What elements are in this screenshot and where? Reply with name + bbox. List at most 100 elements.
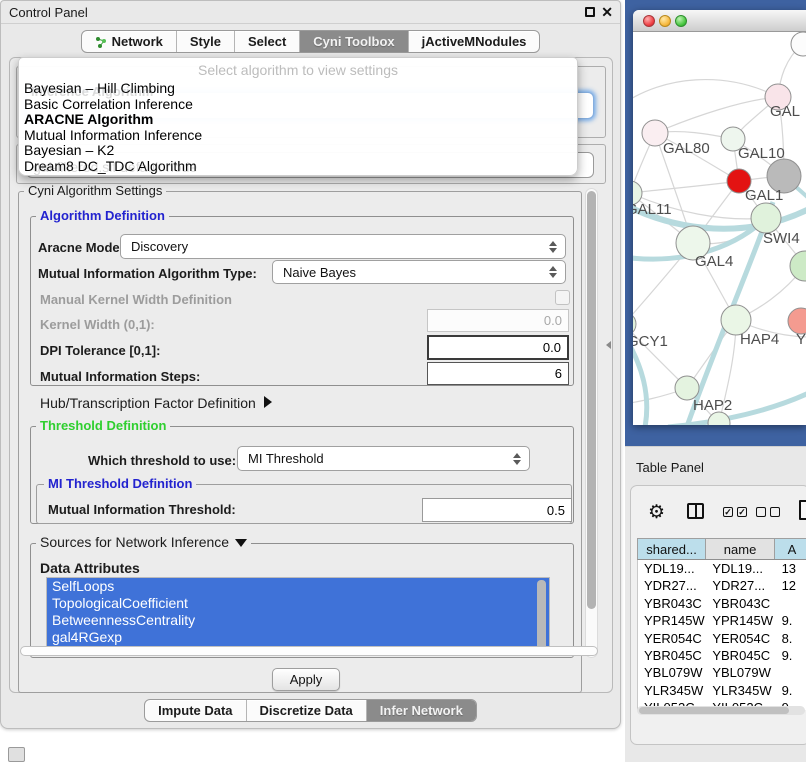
network-edge[interactable] xyxy=(633,181,739,193)
column-header-A[interactable]: A xyxy=(775,539,806,559)
split-columns-icon[interactable] xyxy=(687,503,704,519)
kernel-width-input[interactable] xyxy=(427,309,569,332)
bottom-tab-bar: Impute Data Discretize Data Infer Network xyxy=(144,699,477,722)
table-row[interactable]: YLR345WYLR345W9. xyxy=(638,682,806,699)
manual-kernel-label: Manual Kernel Width Definition xyxy=(40,292,232,307)
sources-title-text: Sources for Network Inference xyxy=(40,534,229,550)
settings-vertical-scrollbar[interactable] xyxy=(585,188,598,658)
data-attributes-list[interactable]: SelfLoopsTopologicalCoefficientBetweenne… xyxy=(46,577,550,656)
mi-type-value: Naive Bayes xyxy=(273,265,545,280)
attributes-list-scrollbar[interactable] xyxy=(537,580,546,650)
tab-discretize-data[interactable]: Discretize Data xyxy=(246,700,366,721)
mi-type-combo[interactable]: Naive Bayes xyxy=(272,260,566,284)
table-horizontal-scrollbar[interactable] xyxy=(637,706,805,715)
tab-infer-network[interactable]: Infer Network xyxy=(366,700,476,721)
column-header-name[interactable]: name xyxy=(706,539,775,559)
attribute-item-topologicalcoefficient[interactable]: TopologicalCoefficient xyxy=(47,595,549,612)
tab-label: Impute Data xyxy=(158,703,232,718)
network-graph[interactable]: GALGAL80GAL10GAL1GAL11SWI4GAL4GCY1HAP4YH… xyxy=(633,32,806,425)
dpi-tolerance-input[interactable] xyxy=(427,335,569,360)
table-cell xyxy=(776,664,806,681)
sources-group-title[interactable]: Sources for Network Inference xyxy=(36,535,251,549)
split-pane-divider-icon[interactable] xyxy=(606,341,611,349)
table-cell: YPR145W xyxy=(638,612,706,629)
table-cell: 13 xyxy=(776,560,806,577)
gear-icon[interactable]: ⚙ xyxy=(648,503,665,522)
zoom-traffic-light[interactable] xyxy=(675,15,687,27)
dropdown-item-aracne-algorithm[interactable]: ARACNE Algorithm xyxy=(24,112,572,128)
network-edge[interactable] xyxy=(655,97,778,133)
attribute-item-gal4rgexp[interactable]: gal4RGexp xyxy=(47,629,549,646)
table-cell: YDR27... xyxy=(706,577,775,594)
dropdown-item-mutual-information-inference[interactable]: Mutual Information Inference xyxy=(24,128,572,144)
tab-label: Infer Network xyxy=(380,703,463,718)
table-panel: Table Panel ⚙ ✓✓ shared...nameA YDL19...… xyxy=(625,446,806,762)
dropdown-item-bayesian-k2[interactable]: Bayesian – K2 xyxy=(24,143,572,159)
column-header-shared[interactable]: shared... xyxy=(638,539,706,559)
table-cell: YDL19... xyxy=(638,560,706,577)
node-salmon-label: Y xyxy=(796,331,806,348)
network-view-window: GALGAL80GAL10GAL1GAL11SWI4GAL4GCY1HAP4YH… xyxy=(633,10,806,425)
ghost-inference-algorithm-label: Inference Algorithm xyxy=(31,84,153,99)
mi-threshold-label: Mutual Information Threshold: xyxy=(48,502,236,517)
checked-columns-icon[interactable]: ✓✓ xyxy=(723,507,747,517)
tab-jactivemnodules[interactable]: jActiveMNodules xyxy=(408,31,540,52)
node-GAL10-label: GAL10 xyxy=(738,145,785,162)
node-GCY1-label: GCY1 xyxy=(633,333,668,350)
collapsed-arrow-icon xyxy=(264,396,272,408)
table-row[interactable]: YBR045CYBR045C9. xyxy=(638,647,806,664)
table-row[interactable]: YBR043CYBR043C xyxy=(638,595,806,612)
aracne-mode-value: Discovery xyxy=(121,239,545,254)
dropdown-placeholder: Select algorithm to view settings xyxy=(19,62,577,78)
network-window-titlebar[interactable] xyxy=(633,10,806,32)
table-cell: YBL079W xyxy=(638,664,706,681)
settings-horizontal-scrollbar[interactable] xyxy=(20,646,598,656)
unchecked-columns-icon[interactable] xyxy=(756,507,780,517)
table-row[interactable]: YBL079WYBL079W xyxy=(638,664,806,681)
which-threshold-combo[interactable]: MI Threshold xyxy=(237,446,530,471)
table-cell: YBR045C xyxy=(638,647,706,664)
table-row[interactable]: YDR27...YDR27...12 xyxy=(638,577,806,594)
table-cell: 9. xyxy=(776,612,806,629)
node-partial-top[interactable] xyxy=(791,32,806,56)
table-cell: 12 xyxy=(776,577,806,594)
minimize-traffic-light[interactable] xyxy=(659,15,671,27)
control-panel-titlebar[interactable]: Control Panel ✕ xyxy=(1,1,620,24)
table-row[interactable]: YER054CYER054C8. xyxy=(638,630,806,647)
node-right-green[interactable] xyxy=(790,251,806,281)
hub-definition-toggle[interactable]: Hub/Transcription Factor Definition xyxy=(40,395,272,411)
node-gal-cut-label: GAL xyxy=(770,103,800,120)
table-cell xyxy=(776,595,806,612)
close-icon[interactable]: ✕ xyxy=(601,4,613,21)
aracne-mode-combo[interactable]: Discovery xyxy=(120,234,566,259)
node-GAL4-label: GAL4 xyxy=(695,253,733,270)
mi-threshold-input[interactable] xyxy=(422,498,572,522)
mi-steps-input[interactable] xyxy=(427,362,569,385)
float-window-icon[interactable] xyxy=(585,7,595,17)
ghost-network-combo-label: gal-filtered.sif default node xyxy=(33,159,197,175)
tab-network[interactable]: Network xyxy=(82,31,176,52)
tab-label: Discretize Data xyxy=(260,703,353,718)
minimized-panel-icon[interactable] xyxy=(8,747,25,762)
tab-style[interactable]: Style xyxy=(176,31,234,52)
top-tab-bar: NetworkStyleSelectCyni ToolboxjActiveMNo… xyxy=(81,30,541,53)
tab-cyni-toolbox[interactable]: Cyni Toolbox xyxy=(299,31,407,52)
table-toolbar: ⚙ ✓✓ xyxy=(631,486,806,534)
document-icon[interactable] xyxy=(799,500,806,520)
attribute-item-betweennesscentrality[interactable]: BetweennessCentrality xyxy=(47,612,549,629)
algorithm-dropdown-menu: Inference Algorithm gal-filtered.sif def… xyxy=(18,57,578,176)
table-panel-body: ⚙ ✓✓ shared...nameA YDL19...YDL19...13YD… xyxy=(630,485,806,745)
table-body: YDL19...YDL19...13YDR27...YDR27...12YBR0… xyxy=(637,560,806,710)
tab-impute-data[interactable]: Impute Data xyxy=(145,700,245,721)
algorithm-definition-title: Algorithm Definition xyxy=(36,209,169,223)
node-SWI4[interactable] xyxy=(751,203,781,233)
close-traffic-light[interactable] xyxy=(643,15,655,27)
manual-kernel-checkbox[interactable] xyxy=(555,290,570,305)
table-row[interactable]: YPR145WYPR145W9. xyxy=(638,612,806,629)
kernel-width-label: Kernel Width (0,1): xyxy=(40,317,155,332)
attribute-item-selfloops[interactable]: SelfLoops xyxy=(47,578,549,595)
table-cell: YBR045C xyxy=(706,647,775,664)
apply-button[interactable]: Apply xyxy=(272,668,340,691)
tab-select[interactable]: Select xyxy=(234,31,299,52)
table-row[interactable]: YDL19...YDL19...13 xyxy=(638,560,806,577)
